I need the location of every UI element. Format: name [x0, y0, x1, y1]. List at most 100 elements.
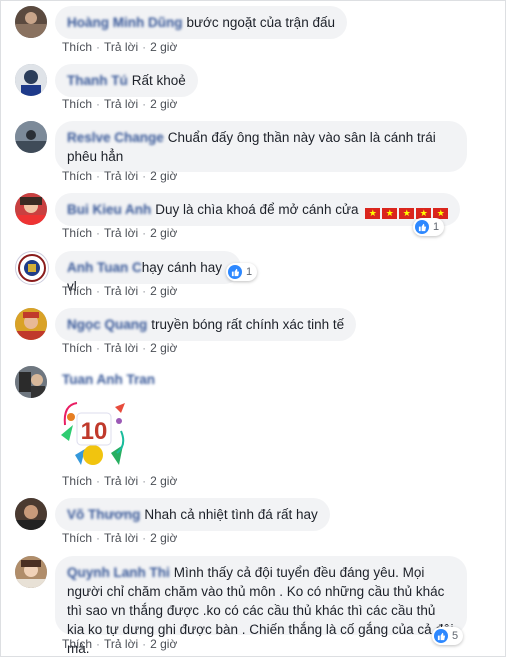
avatar[interactable] — [15, 6, 47, 38]
separator: · — [142, 637, 147, 651]
separator: · — [96, 474, 101, 488]
separator: · — [142, 531, 147, 545]
comment-actions: Thích · Trả lời · 2 giờ — [62, 40, 177, 54]
avatar[interactable] — [15, 251, 49, 285]
like-link[interactable]: Thích — [62, 40, 92, 54]
avatar[interactable] — [15, 121, 47, 153]
reaction-number: 1 — [246, 266, 253, 278]
comment-bubble: Ngọc Quang truyền bóng rất chính xác tinh… — [55, 308, 357, 341]
separator: · — [142, 474, 147, 488]
sticker-image[interactable]: 10 — [55, 395, 131, 471]
reply-link[interactable]: Trả lời — [104, 474, 138, 488]
separator: · — [96, 226, 101, 240]
reply-link[interactable]: Trả lời — [104, 341, 138, 355]
reaction-number: 1 — [433, 221, 440, 233]
comment-text: bước ngoặt của trận đấu — [186, 15, 335, 30]
commenter-name[interactable]: Anh Tuan C — [67, 260, 142, 275]
reply-link[interactable]: Trả lời — [104, 169, 138, 183]
separator: · — [96, 40, 101, 54]
vietnam-flag-icon: ★ — [399, 208, 415, 219]
avatar[interactable] — [15, 556, 47, 588]
separator: · — [96, 284, 101, 298]
comment-text: truyền bóng rất chính xác tinh tế — [151, 317, 345, 332]
separator: · — [142, 226, 147, 240]
like-link[interactable]: Thích — [62, 169, 92, 183]
comment-text: Duy là chìa khoá để mở cánh cửa — [155, 202, 359, 217]
timestamp[interactable]: 2 giờ — [150, 637, 177, 651]
comment-actions: Thích · Trả lời · 2 giờ — [62, 169, 177, 183]
timestamp[interactable]: 2 giờ — [150, 284, 177, 298]
vietnam-flag-icon: ★ — [365, 208, 381, 219]
commenter-name[interactable]: Tuan Anh Tran — [62, 372, 155, 387]
comment-actions: Thích · Trả lời · 2 giờ — [62, 97, 177, 111]
separator: · — [96, 169, 101, 183]
avatar[interactable] — [15, 366, 47, 398]
timestamp[interactable]: 2 giờ — [150, 474, 177, 488]
commenter-name[interactable]: Thanh Tú — [67, 73, 128, 88]
comment-actions: Thích · Trả lời · 2 giờ — [62, 637, 177, 651]
like-link[interactable]: Thích — [62, 226, 92, 240]
comment-text: Nhah cả nhiệt tình đá rất hay — [144, 507, 318, 522]
comment-bubble: Anh Tuan Chạy cánh hay vl — [55, 251, 241, 294]
separator: · — [96, 531, 101, 545]
comment-bubble: Võ Thương Nhah cả nhiệt tình đá rất hay — [55, 498, 330, 531]
comment-actions: Thích · Trả lời · 2 giờ — [62, 474, 177, 488]
timestamp[interactable]: 2 giờ — [150, 226, 177, 240]
sticker-comment-header: Tuan Anh Tran — [62, 372, 159, 387]
reaction-count[interactable]: 1 — [226, 263, 258, 281]
thumbs-up-icon — [228, 265, 242, 279]
vietnam-flag-icon: ★ — [382, 208, 398, 219]
comment-bubble: Quynh Lanh Thi Mình thấy cả đội tuyển đều… — [55, 556, 467, 656]
commenter-name[interactable]: Võ Thương — [67, 507, 140, 522]
reply-link[interactable]: Trả lời — [104, 531, 138, 545]
separator: · — [142, 341, 147, 355]
commenter-name[interactable]: Reslve Change — [67, 130, 164, 145]
commenter-name[interactable]: Quynh Lanh Thi — [67, 565, 170, 580]
timestamp[interactable]: 2 giờ — [150, 40, 177, 54]
comment-bubble: Reslve Change Chuẩn đấy ông thần này vào … — [55, 121, 467, 172]
like-link[interactable]: Thích — [62, 474, 92, 488]
like-link[interactable]: Thích — [62, 97, 92, 111]
reaction-count[interactable]: 1 — [413, 218, 445, 236]
like-link[interactable]: Thích — [62, 341, 92, 355]
separator: · — [142, 284, 147, 298]
like-link[interactable]: Thích — [62, 637, 92, 651]
separator: · — [96, 341, 101, 355]
reply-link[interactable]: Trả lời — [104, 284, 138, 298]
timestamp[interactable]: 2 giờ — [150, 169, 177, 183]
timestamp[interactable]: 2 giờ — [150, 97, 177, 111]
avatar[interactable] — [15, 64, 47, 96]
comment-bubble: Bui Kieu Anh Duy là chìa khoá để mở cánh … — [55, 193, 461, 226]
separator: · — [96, 637, 101, 651]
reply-link[interactable]: Trả lời — [104, 97, 138, 111]
separator: · — [142, 169, 147, 183]
comment-bubble: Hoàng Minh Dũng bước ngoặt của trận đấu — [55, 6, 347, 39]
commenter-name[interactable]: Hoàng Minh Dũng — [67, 15, 182, 30]
like-link[interactable]: Thích — [62, 531, 92, 545]
avatar[interactable] — [15, 308, 47, 340]
separator: · — [96, 97, 101, 111]
comment-text: Rất khoẻ — [131, 73, 186, 88]
commenter-name[interactable]: Bui Kieu Anh — [67, 202, 151, 217]
comment-bubble: Thanh Tú Rất khoẻ — [55, 64, 198, 97]
reply-link[interactable]: Trả lời — [104, 637, 138, 651]
like-link[interactable]: Thích — [62, 284, 92, 298]
reply-link[interactable]: Trả lời — [104, 40, 138, 54]
avatar[interactable] — [15, 498, 47, 530]
commenter-name[interactable]: Ngọc Quang — [67, 317, 147, 332]
reaction-count[interactable]: 5 — [432, 627, 464, 645]
avatar[interactable] — [15, 193, 47, 225]
comment-actions: Thích · Trả lời · 2 giờ — [62, 341, 177, 355]
separator: · — [142, 40, 147, 54]
reaction-number: 5 — [452, 630, 459, 642]
sticker-number: 10 — [81, 418, 108, 445]
timestamp[interactable]: 2 giờ — [150, 531, 177, 545]
timestamp[interactable]: 2 giờ — [150, 341, 177, 355]
thumbs-up-icon — [415, 220, 429, 234]
comment-actions: Thích · Trả lời · 2 giờ — [62, 531, 177, 545]
separator: · — [142, 97, 147, 111]
comment-actions: Thích · Trả lời · 2 giờ — [62, 226, 177, 240]
thumbs-up-icon — [434, 629, 448, 643]
reply-link[interactable]: Trả lời — [104, 226, 138, 240]
comment-actions: Thích · Trả lời · 2 giờ — [62, 284, 177, 298]
